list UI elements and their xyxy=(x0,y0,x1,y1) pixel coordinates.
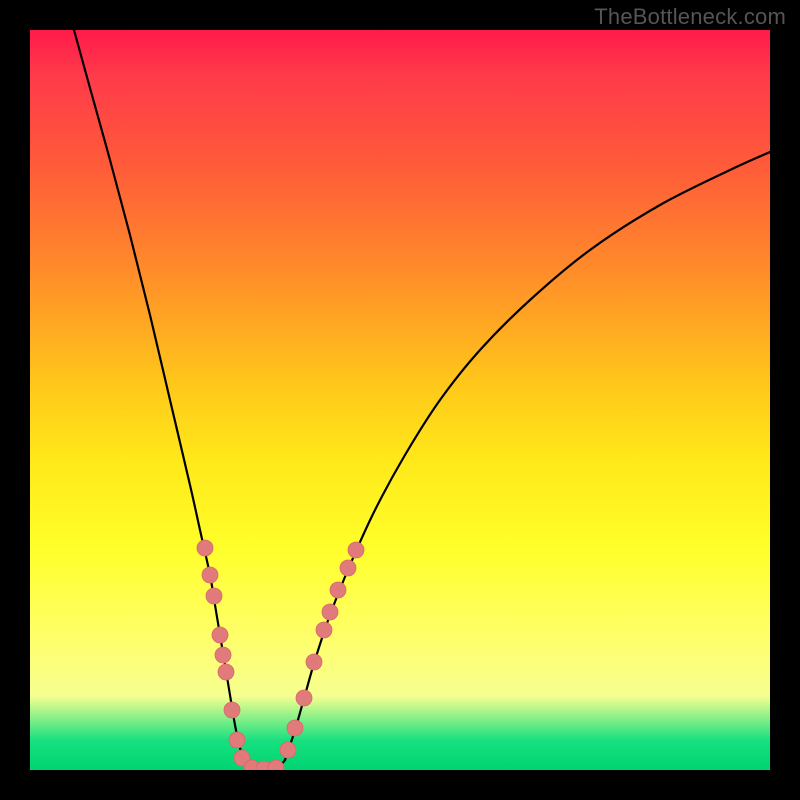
chart-marker-dot xyxy=(197,540,213,556)
plot-gradient-area xyxy=(30,30,770,770)
chart-marker-dot xyxy=(316,622,332,638)
chart-marker-dot xyxy=(202,567,218,583)
chart-marker-dot xyxy=(296,690,312,706)
chart-marker-dot xyxy=(215,647,231,663)
chart-marker-dot xyxy=(322,604,338,620)
chart-markers xyxy=(197,540,364,770)
chart-marker-dot xyxy=(218,664,234,680)
chart-marker-dot xyxy=(306,654,322,670)
outer-frame: TheBottleneck.com xyxy=(0,0,800,800)
chart-curve-right xyxy=(285,152,770,760)
watermark-text: TheBottleneck.com xyxy=(594,4,786,30)
chart-marker-dot xyxy=(224,702,240,718)
chart-marker-dot xyxy=(212,627,228,643)
chart-svg xyxy=(30,30,770,770)
chart-marker-dot xyxy=(287,720,303,736)
chart-marker-dot xyxy=(229,732,245,748)
chart-marker-dot xyxy=(330,582,346,598)
chart-marker-dot xyxy=(280,742,296,758)
chart-marker-dot xyxy=(268,760,284,770)
chart-marker-dot xyxy=(340,560,356,576)
chart-marker-dot xyxy=(206,588,222,604)
chart-marker-dot xyxy=(348,542,364,558)
